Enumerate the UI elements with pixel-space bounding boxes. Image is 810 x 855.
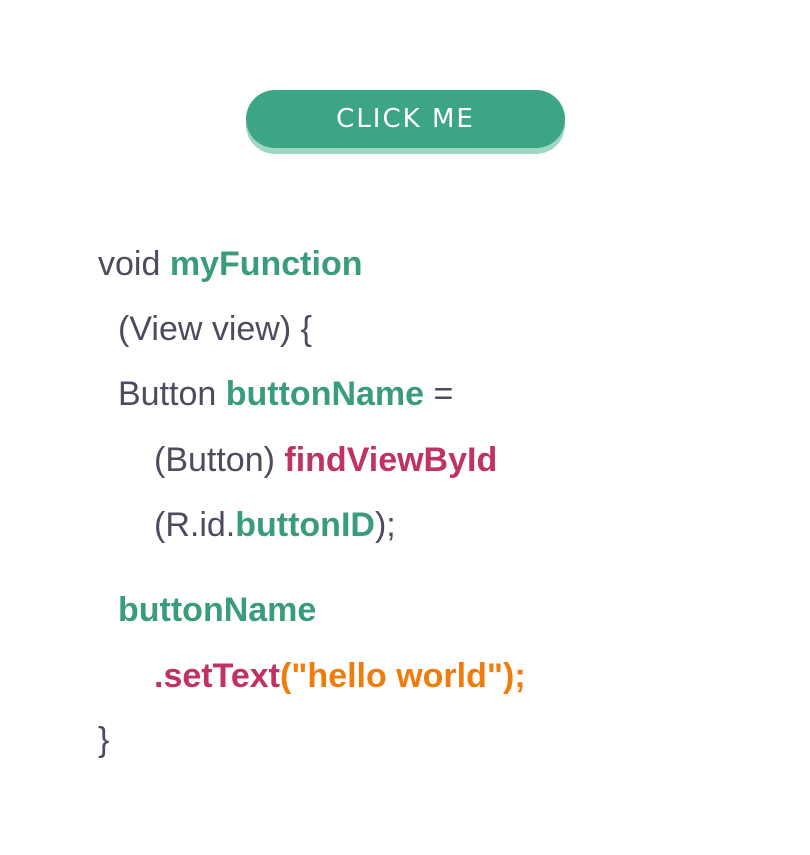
code-line-3: Button buttonName = bbox=[118, 374, 453, 414]
code-method-set-text: .setText bbox=[154, 657, 280, 695]
code-type-button: Button bbox=[118, 375, 226, 413]
code-line-1: void myFunction bbox=[98, 244, 363, 284]
code-snippet: void myFunction (View view) { Button but… bbox=[0, 0, 810, 855]
code-button-id: buttonID bbox=[235, 506, 375, 544]
code-method-find-view: findViewById bbox=[284, 441, 498, 479]
code-line-2: (View view) { bbox=[118, 309, 312, 349]
code-cast: (Button) bbox=[154, 441, 285, 479]
code-line-5: (R.id.buttonID); bbox=[154, 505, 396, 545]
code-variable-name-2: buttonName bbox=[118, 591, 317, 629]
code-assign: = bbox=[424, 375, 454, 413]
code-rid-suffix: ); bbox=[374, 506, 396, 544]
code-string-arg: ("hello world"); bbox=[279, 657, 526, 695]
code-line-7: .setText("hello world"); bbox=[154, 656, 526, 696]
code-function-name: myFunction bbox=[169, 245, 363, 283]
code-keyword-void: void bbox=[98, 245, 170, 283]
code-line-6: buttonName bbox=[118, 590, 316, 630]
code-variable-name: buttonName bbox=[225, 375, 425, 413]
code-params: (View view) { bbox=[118, 310, 312, 348]
code-rid-prefix: (R.id. bbox=[154, 506, 236, 544]
code-line-4: (Button) findViewById bbox=[154, 440, 497, 480]
code-closing-brace: } bbox=[98, 721, 110, 759]
code-line-8: } bbox=[98, 720, 109, 760]
